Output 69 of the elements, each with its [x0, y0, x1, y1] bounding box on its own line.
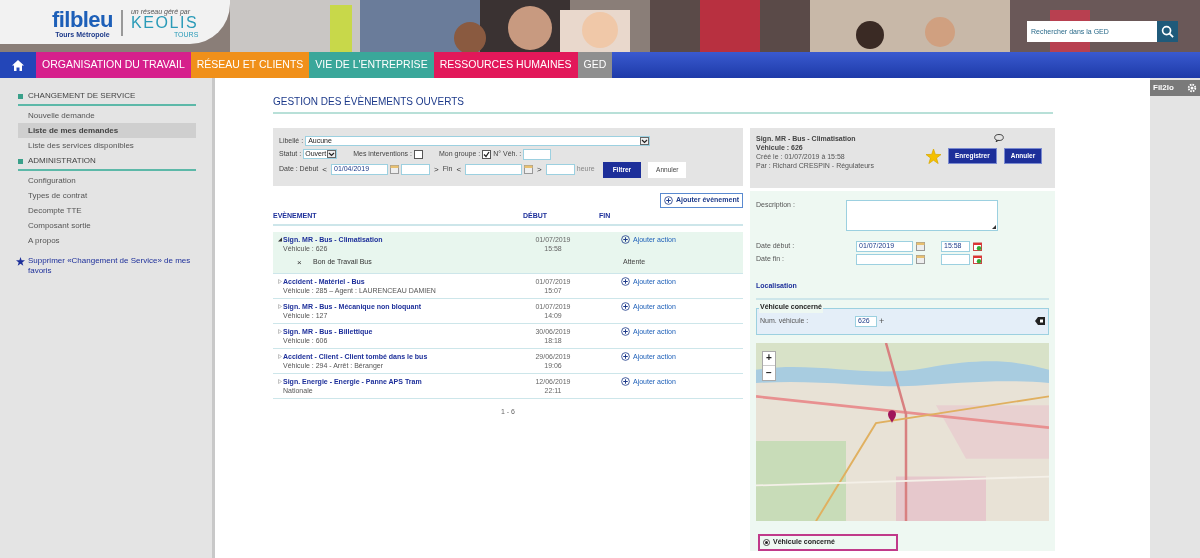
nav-tab[interactable]: ORGANISATION DU TRAVAIL [36, 52, 191, 78]
add-icon [621, 352, 630, 362]
add-icon [621, 302, 630, 312]
caret-icon [327, 150, 337, 158]
radio-button[interactable] [763, 539, 770, 546]
check-icon [483, 150, 491, 158]
sidebar-item[interactable]: Types de contrat [18, 188, 196, 203]
expand-icon[interactable] [278, 303, 282, 309]
add-icon [621, 377, 630, 387]
search-icon [1161, 25, 1174, 38]
expand-icon[interactable] [278, 278, 282, 284]
search-button[interactable] [1157, 21, 1178, 42]
home-tab[interactable] [0, 52, 36, 78]
calendar-clock-icon[interactable] [973, 255, 982, 264]
eraser-icon[interactable] [1035, 317, 1045, 326]
panel-title: Fil2lo [1153, 82, 1174, 94]
calendar-icon[interactable] [390, 165, 399, 174]
add-vehicle-button[interactable]: + [879, 314, 885, 329]
time-field[interactable] [401, 164, 430, 175]
date-field[interactable] [856, 254, 913, 265]
nav-tab[interactable]: RESSOURCES HUMAINES [433, 52, 578, 78]
star-icon [16, 257, 25, 266]
next-button[interactable]: > [535, 163, 544, 176]
bullet-icon [18, 93, 23, 99]
expand-icon[interactable] [278, 378, 282, 384]
operator-logo: KEOLIS [130, 15, 199, 31]
zoom-out-button[interactable]: − [763, 365, 775, 380]
time-field[interactable] [941, 254, 970, 265]
time-field[interactable] [545, 164, 575, 175]
sidebar-item[interactable]: Decompte TTE [18, 203, 196, 218]
sidebar-item[interactable]: A propos [18, 233, 196, 248]
favorite-link[interactable]: Supprimer «Changement de Service» de mes favoris [28, 256, 196, 276]
resize-handle-icon[interactable] [992, 225, 996, 229]
previous-button[interactable]: < [320, 163, 329, 176]
next-button[interactable]: > [432, 163, 441, 176]
calendar-icon[interactable] [916, 255, 925, 264]
previous-button[interactable]: < [454, 163, 464, 176]
checkbox[interactable] [482, 149, 492, 159]
expand-icon[interactable] [278, 353, 282, 359]
sidebar-item[interactable]: Liste des services disponibles [18, 138, 196, 153]
add-icon [621, 235, 630, 245]
checkbox[interactable] [413, 149, 423, 159]
zoom-in-button[interactable]: + [763, 351, 775, 366]
description-field[interactable] [846, 200, 998, 231]
comment-icon[interactable] [994, 134, 1004, 142]
sidebar-item[interactable]: Liste de mes demandes [18, 123, 196, 138]
add-icon [621, 327, 630, 337]
sidebar-item[interactable]: Configuration [18, 173, 196, 188]
vehicle-field[interactable] [523, 148, 552, 160]
date-field[interactable] [465, 164, 523, 175]
calendar-icon[interactable] [916, 242, 925, 251]
home-icon [11, 58, 25, 72]
calendar-clock-icon[interactable] [973, 242, 982, 251]
brand-logo: filbleu [52, 8, 113, 31]
calendar-icon[interactable] [524, 165, 534, 174]
sidebar-item[interactable]: Nouvelle demande [18, 108, 196, 123]
collapse-icon[interactable] [278, 236, 282, 242]
page-title: GESTION DES ÉVÈNEMENTS OUVERTS [273, 94, 1053, 114]
remove-icon[interactable]: × [297, 256, 313, 269]
add-icon [621, 277, 630, 287]
sidebar-heading: ADMINISTRATION [28, 155, 96, 167]
sidebar-item[interactable]: Composant sortie [18, 218, 196, 233]
caret-icon [640, 137, 650, 146]
star-icon[interactable] [926, 148, 941, 164]
bullet-icon [18, 158, 23, 164]
expand-icon[interactable] [278, 328, 282, 334]
settings-icon[interactable] [1187, 83, 1197, 93]
add-icon [663, 195, 673, 205]
sidebar-heading: CHANGEMENT DE SERVICE [28, 90, 136, 102]
